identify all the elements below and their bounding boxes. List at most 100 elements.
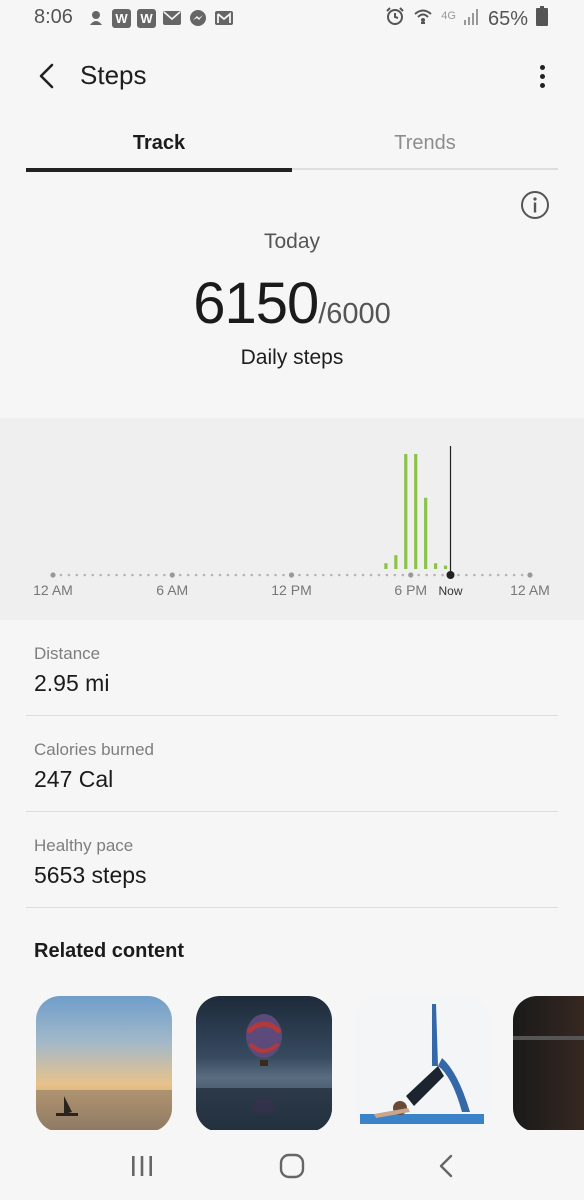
baseline-dot xyxy=(488,573,492,577)
metric-label: Distance xyxy=(34,644,101,663)
back-button[interactable] xyxy=(26,58,66,94)
baseline-dot xyxy=(67,573,71,577)
baseline-dot xyxy=(155,573,158,577)
baseline-dot xyxy=(274,573,277,577)
baseline-dot xyxy=(218,573,222,577)
status-time: 8:06 xyxy=(34,6,73,28)
baseline-dot xyxy=(115,573,118,577)
network-type: 4G xyxy=(441,10,456,22)
gmail-icon xyxy=(214,8,234,28)
steps-screen: 8:06 W W 4G 65% Steps Track Trends Today… xyxy=(0,0,584,1200)
baseline-dot xyxy=(226,573,230,577)
sunset-sea-card[interactable] xyxy=(36,996,172,1132)
related-content-carousel[interactable] xyxy=(36,996,584,1132)
baseline-dot xyxy=(59,573,63,577)
back-arrow-icon xyxy=(39,63,54,89)
system-nav-bar xyxy=(0,1130,584,1200)
x-tick-label: 6 AM xyxy=(156,582,188,598)
baseline-dot xyxy=(433,573,436,577)
baseline-dot xyxy=(361,573,365,577)
metric-value: 5653 steps xyxy=(34,862,147,888)
baseline-dot xyxy=(258,573,262,577)
baseline-dot xyxy=(441,573,444,577)
battery-percent: 65% xyxy=(487,7,528,30)
info-icon xyxy=(521,191,549,219)
baseline-dot xyxy=(520,573,524,577)
step-bar xyxy=(394,555,398,569)
signal-icon xyxy=(463,7,480,31)
nav-back-button[interactable] xyxy=(426,1150,466,1182)
fitness-man-card[interactable] xyxy=(513,996,584,1132)
alarm-icon xyxy=(385,6,405,32)
baseline-dot xyxy=(417,573,421,577)
info-button[interactable] xyxy=(520,190,550,220)
now-label: Now xyxy=(438,584,462,598)
baseline-dot xyxy=(202,573,206,577)
hot-air-balloon-card[interactable] xyxy=(196,996,332,1132)
now-marker xyxy=(446,571,455,579)
app-bar: Steps xyxy=(0,44,584,108)
baseline-dot xyxy=(242,573,246,577)
baseline-dot xyxy=(99,573,102,577)
tab-trends[interactable]: Trends xyxy=(292,124,558,170)
metric-value: 2.95 mi xyxy=(34,670,110,696)
more-dot xyxy=(539,82,545,88)
major-tick-dot xyxy=(408,572,414,578)
baseline-dot xyxy=(465,573,468,577)
step-bar xyxy=(404,454,408,569)
wifi-icon xyxy=(413,6,433,32)
back-icon xyxy=(439,1154,453,1178)
step-bar xyxy=(384,563,388,569)
wish-icon xyxy=(86,8,106,28)
sailboat-image xyxy=(36,1090,172,1132)
recent-apps-icon xyxy=(132,1156,152,1176)
more-options-button[interactable] xyxy=(530,58,554,94)
yoga-bridge-card[interactable] xyxy=(354,996,490,1132)
baseline-dot xyxy=(337,573,341,577)
step-count: 6150/6000 xyxy=(0,270,584,337)
step-bar xyxy=(414,454,418,569)
baseline-dot xyxy=(504,573,508,577)
steps-chart[interactable]: 12 AM 6 AM 12 PM 6 PM 12 AM Now xyxy=(0,418,584,620)
home-button[interactable] xyxy=(272,1150,312,1182)
baseline-dot xyxy=(194,573,198,577)
x-tick-label: 12 PM xyxy=(271,582,311,598)
steps-goal: /6000 xyxy=(318,298,391,330)
period-label: Today xyxy=(263,230,321,253)
step-bar xyxy=(424,497,428,569)
baseline-dot xyxy=(385,573,389,577)
fitness-image xyxy=(513,1036,584,1040)
baseline-dot xyxy=(282,573,285,577)
baseline-dot xyxy=(163,573,166,577)
recent-apps-button[interactable] xyxy=(122,1150,162,1182)
baseline-dot xyxy=(353,573,357,577)
baseline-dot xyxy=(210,573,214,577)
x-tick-label: 12 AM xyxy=(33,582,73,598)
baseline-dot xyxy=(131,573,134,577)
status-bar: 8:06 W W 4G 65% xyxy=(0,0,584,36)
x-tick-label: 6 PM xyxy=(394,582,427,598)
metric-label: Healthy pace xyxy=(34,836,134,855)
baseline-dot xyxy=(345,573,349,577)
baseline-dot xyxy=(123,573,126,577)
baseline-dot xyxy=(83,573,87,577)
x-tick-label: 12 AM xyxy=(510,582,550,598)
baseline-dot xyxy=(481,573,484,577)
battery-icon xyxy=(536,6,548,32)
baseline-dot xyxy=(234,573,238,577)
step-bar xyxy=(443,565,448,569)
baseline-dot xyxy=(178,573,182,577)
tab-bar: Track Trends xyxy=(26,124,558,172)
w-app-icon: W xyxy=(137,8,156,28)
balloon-image xyxy=(196,1014,332,1132)
baseline-dot xyxy=(401,573,405,577)
tab-track[interactable]: Track xyxy=(26,124,292,172)
step-bar xyxy=(433,563,438,569)
steps-chart-svg: 12 AM 6 AM 12 PM 6 PM 12 AM Now xyxy=(33,446,550,598)
major-tick-dot xyxy=(527,572,533,578)
metric-calories: Calories burned 247 Cal xyxy=(26,716,558,812)
major-tick-dot xyxy=(50,572,56,578)
steps-value: 6150 xyxy=(193,271,319,336)
baseline-dot xyxy=(314,573,317,577)
metric-label: Calories burned xyxy=(34,740,155,759)
